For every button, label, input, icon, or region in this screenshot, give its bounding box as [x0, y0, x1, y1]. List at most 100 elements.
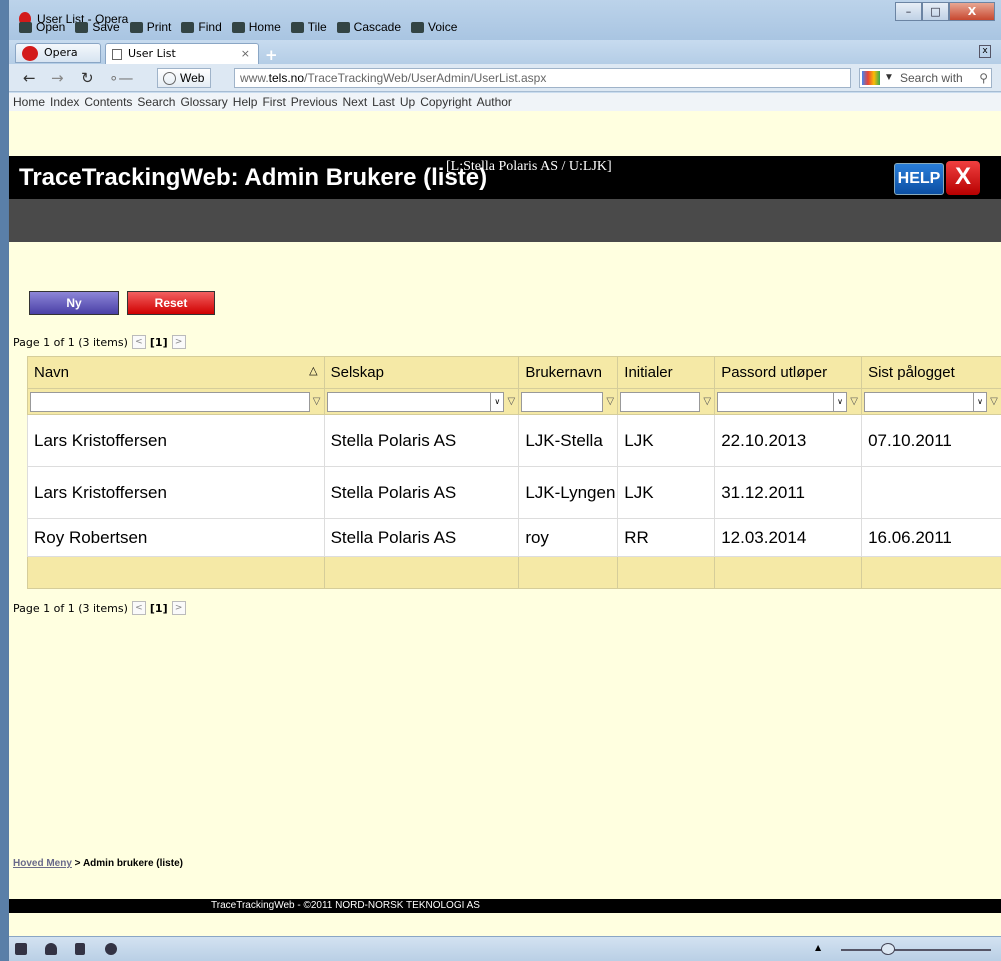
filter-dropdown-icon[interactable]: ∨ — [490, 391, 505, 412]
toolbar-open-button[interactable]: Open — [19, 20, 65, 34]
toolbar-cascade-button[interactable]: Cascade — [336, 20, 401, 34]
filter-input[interactable] — [620, 391, 701, 412]
filter-icon[interactable]: ▽ — [989, 396, 999, 407]
table-cell: Roy Robertsen — [27, 518, 325, 557]
back-icon[interactable]: ← — [23, 69, 36, 87]
next-page-button[interactable]: > — [171, 601, 186, 615]
column-header[interactable]: Passord utløper — [714, 356, 863, 389]
footer: TraceTrackingWeb - ©2011 NORD-NORSK TEKN… — [9, 899, 1001, 913]
table-cell: LJK — [617, 414, 716, 467]
panel-toggle-icon[interactable] — [15, 943, 27, 955]
table-cell: Stella Polaris AS — [323, 414, 520, 467]
url-prefix: www. — [240, 71, 269, 85]
table-row[interactable]: Roy Robertsen Stella Polaris AS roy RR 12.03… — [27, 518, 1001, 557]
turbo-icon[interactable] — [105, 943, 117, 955]
key-icon[interactable]: ∘— — [109, 69, 133, 87]
filter-icon[interactable]: ▽ — [605, 396, 615, 407]
toolbar-tile-button[interactable]: Tile — [290, 20, 327, 34]
nav-link-next[interactable]: Next — [342, 95, 367, 109]
filter-input[interactable] — [326, 391, 492, 412]
search-engine-dropdown-icon[interactable]: ▼ — [884, 69, 894, 87]
nav-link-search[interactable]: Search — [137, 95, 175, 109]
filter-input[interactable] — [717, 391, 835, 412]
filter-icon[interactable]: ▽ — [312, 396, 322, 407]
nav-link-home[interactable]: Home — [13, 95, 45, 109]
tab-close-icon[interactable]: × — [241, 44, 250, 63]
zoom-slider[interactable] — [841, 949, 991, 951]
zoom-slider-handle[interactable] — [881, 943, 895, 955]
nav-link-previous[interactable]: Previous — [291, 95, 338, 109]
google-icon — [862, 71, 880, 85]
table-row[interactable]: Lars Kristoffersen Stella Polaris AS LJK-L… — [27, 466, 1001, 519]
search-icon[interactable]: ⚲ — [979, 69, 988, 87]
table-cell: Stella Polaris AS — [323, 466, 520, 519]
column-header[interactable]: Sist pålogget — [861, 356, 1001, 389]
next-page-button[interactable]: > — [171, 335, 186, 349]
nav-link-contents[interactable]: Contents — [84, 95, 132, 109]
current-page[interactable]: [1] — [150, 336, 168, 349]
close-app-button[interactable]: X — [946, 161, 980, 195]
tile-icon — [290, 21, 304, 33]
filter-input[interactable] — [521, 391, 604, 412]
window-close-button[interactable]: X — [949, 2, 995, 21]
toolbar-home-button[interactable]: Home — [231, 20, 281, 34]
nav-link-help[interactable]: Help — [233, 95, 258, 109]
table-cell — [861, 466, 1001, 519]
current-page[interactable]: [1] — [150, 602, 168, 615]
table-cell: LJK — [617, 466, 716, 519]
title-bar: User List - Opera – □ X Open Save Print Fin… — [9, 0, 1001, 40]
filter-cell: ▽ — [518, 388, 619, 415]
nav-link-up[interactable]: Up — [400, 95, 415, 109]
user-grid: Navn △ Selskap Brukernavn Initialer Passord u… — [27, 356, 1001, 589]
reset-button[interactable]: Reset — [127, 291, 215, 315]
navigation-bar: Home Index Contents Search Glossary Help First… — [9, 93, 1001, 111]
column-header[interactable]: Brukernavn — [518, 356, 619, 389]
toolbar-find-button[interactable]: Find — [181, 20, 222, 34]
reload-icon[interactable]: ↻ — [81, 69, 94, 87]
nav-link-glossary[interactable]: Glossary — [180, 95, 227, 109]
forward-icon[interactable]: → — [51, 69, 64, 87]
page-content: TraceTrackingWeb: Admin Brukere (liste) … — [9, 111, 1001, 936]
header-row: Navn △ Selskap Brukernavn Initialer Passord u… — [27, 356, 1001, 389]
share-icon[interactable] — [75, 943, 85, 955]
filter-dropdown-icon[interactable]: ∨ — [973, 391, 987, 412]
nav-link-index[interactable]: Index — [50, 95, 79, 109]
nav-link-author[interactable]: Author — [477, 95, 512, 109]
column-header[interactable]: Selskap — [323, 356, 520, 389]
prev-page-button[interactable]: < — [131, 335, 146, 349]
window-controls: – □ X — [895, 2, 995, 21]
column-header[interactable]: Navn △ — [27, 356, 325, 389]
toolbar-voice-button[interactable]: Voice — [411, 20, 457, 34]
filter-icon[interactable]: ▽ — [506, 396, 516, 407]
opera-menu-button[interactable]: Opera — [15, 43, 101, 63]
filter-icon[interactable]: ▽ — [849, 396, 859, 407]
breadcrumb-link-main-menu[interactable]: Hoved Meny — [13, 858, 72, 869]
nav-link-last[interactable]: Last — [372, 95, 395, 109]
closed-tabs-icon[interactable]: x — [979, 45, 991, 58]
filter-input[interactable] — [30, 391, 310, 412]
minimize-button[interactable]: – — [895, 2, 922, 21]
prev-page-button[interactable]: < — [131, 601, 146, 615]
maximize-button[interactable]: □ — [922, 2, 949, 21]
help-button[interactable]: HELP — [894, 163, 944, 195]
view-options-icon[interactable]: ▲ — [815, 943, 821, 952]
column-header-label: Sist pålogget — [868, 364, 955, 381]
web-security-button[interactable]: Web — [157, 68, 212, 88]
toolbar-save-button[interactable]: Save — [75, 20, 120, 34]
search-input[interactable]: ▼ Search with ⚲ — [859, 68, 992, 88]
filter-icon[interactable]: ▽ — [702, 396, 712, 407]
new-user-button[interactable]: Ny — [29, 291, 119, 315]
column-header[interactable]: Initialer — [617, 356, 716, 389]
toolbar-print-button[interactable]: Print — [129, 20, 171, 34]
nav-link-first[interactable]: First — [262, 95, 285, 109]
filter-dropdown-icon[interactable]: ∨ — [833, 391, 848, 412]
tab-user-list[interactable]: User List × — [105, 43, 259, 64]
filter-input[interactable] — [864, 391, 974, 412]
unite-icon[interactable] — [45, 943, 57, 955]
url-input[interactable]: www.tels.no/TraceTrackingWeb/UserAdmin/U… — [234, 68, 851, 88]
table-row[interactable]: Lars Kristoffersen Stella Polaris AS LJK-S… — [27, 414, 1001, 467]
table-cell: 22.10.2013 — [714, 414, 863, 467]
nav-link-copyright[interactable]: Copyright — [420, 95, 471, 109]
empty-cell — [714, 556, 863, 589]
new-tab-icon[interactable]: + — [265, 46, 278, 64]
